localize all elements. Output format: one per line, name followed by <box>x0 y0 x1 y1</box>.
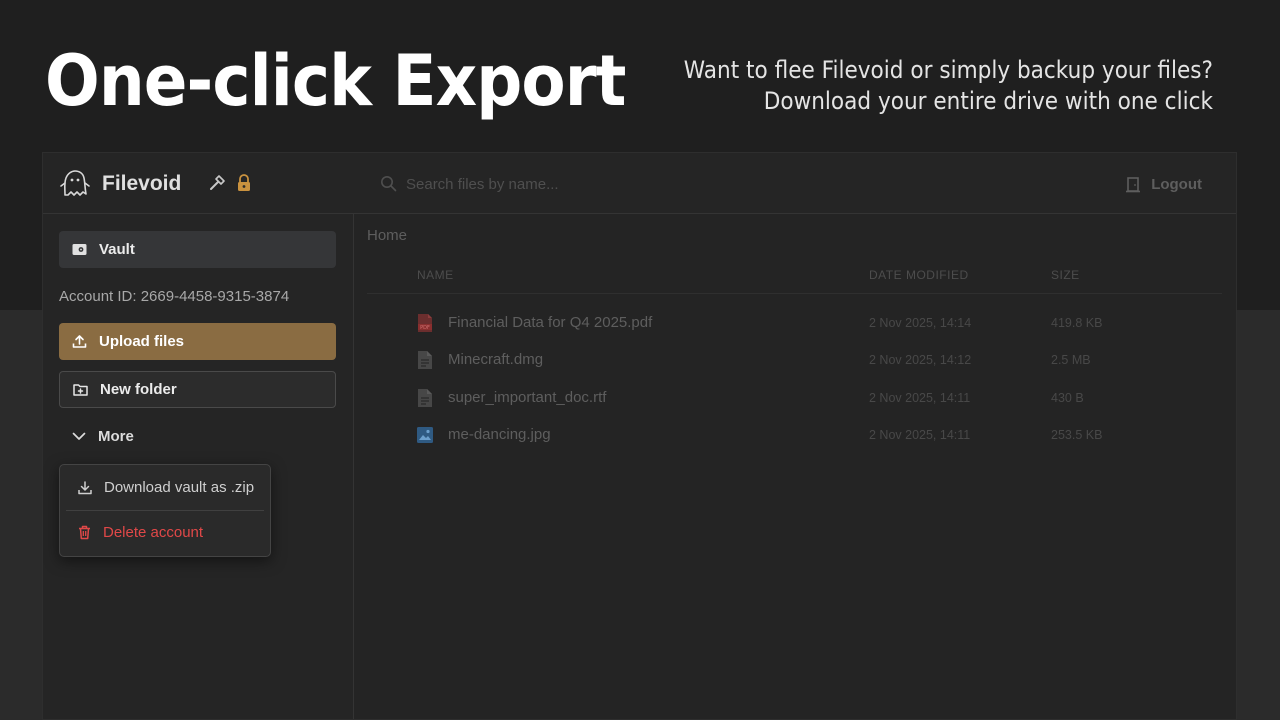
search-input[interactable] <box>406 173 766 195</box>
lock-icon <box>238 174 250 191</box>
search-icon <box>381 176 397 192</box>
breadcrumb[interactable]: Home <box>367 227 407 244</box>
vault-label: Vault <box>99 241 135 258</box>
download-vault-menu-item[interactable]: Download vault as .zip <box>78 479 254 496</box>
logout-label: Logout <box>1151 175 1202 193</box>
pdf-icon: PDF <box>418 314 432 332</box>
new-folder-label: New folder <box>100 381 177 398</box>
search-bar <box>380 173 780 195</box>
account-id: Account ID: 2669-4458-9315-3874 <box>59 288 290 305</box>
file-date: 2 Nov 2025, 14:11 <box>869 391 971 405</box>
hero-title: One-click Export <box>45 40 626 122</box>
file-date: 2 Nov 2025, 14:14 <box>869 316 972 330</box>
chevron-down-icon <box>72 432 86 440</box>
table-row[interactable]: super_important_doc.rtf 2 Nov 2025, 14:1… <box>367 379 1222 416</box>
upload-files-button[interactable]: Upload files <box>59 323 336 360</box>
more-menu: Download vault as .zip Delete account <box>59 464 271 557</box>
table-row[interactable]: Minecraft.dmg 2 Nov 2025, 14:12 2.5 MB <box>367 341 1222 378</box>
file-size: 430 B <box>1051 391 1084 405</box>
hero-subtitle: Want to flee Filevoid or simply backup y… <box>684 55 1213 117</box>
more-toggle[interactable]: More <box>72 428 134 445</box>
file-name: super_important_doc.rtf <box>448 389 607 406</box>
column-header-name[interactable]: NAME <box>417 268 454 282</box>
trash-icon <box>79 525 90 540</box>
file-size: 253.5 KB <box>1051 428 1103 442</box>
more-label: More <box>98 428 134 445</box>
table-header: NAME DATE MODIFIED SIZE <box>367 266 1222 294</box>
sidebar: Vault Account ID: 2669-4458-9315-3874 Up… <box>43 214 354 719</box>
delete-account-menu-item[interactable]: Delete account <box>78 524 203 541</box>
vault-icon <box>72 244 87 255</box>
hero-subtitle-line1: Want to flee Filevoid or simply backup y… <box>683 56 1213 84</box>
delete-account-label: Delete account <box>103 524 204 541</box>
file-name: me-dancing.jpg <box>448 426 551 443</box>
table-row[interactable]: me-dancing.jpg 2 Nov 2025, 14:11 253.5 K… <box>367 416 1222 453</box>
table-row[interactable]: PDF Financial Data for Q4 2025.pdf 2 Nov… <box>367 304 1222 341</box>
svg-text:PDF: PDF <box>420 325 430 331</box>
download-vault-label: Download vault as .zip <box>104 479 255 496</box>
download-icon <box>78 480 92 494</box>
column-header-size[interactable]: SIZE <box>1051 268 1080 282</box>
vault-button[interactable]: Vault <box>59 231 336 268</box>
file-date: 2 Nov 2025, 14:11 <box>869 428 971 442</box>
folder-plus-icon <box>73 384 88 396</box>
file-icon <box>418 389 432 407</box>
hero-subtitle-line2: Download your entire drive with one clic… <box>763 87 1213 115</box>
ghost-icon <box>60 170 90 196</box>
file-name: Minecraft.dmg <box>448 351 544 368</box>
column-header-date[interactable]: DATE MODIFIED <box>869 268 969 282</box>
file-icon <box>418 351 432 369</box>
door-icon <box>1126 176 1141 192</box>
upload-files-label: Upload files <box>99 333 185 350</box>
app-window: Filevoid Logout <box>42 152 1237 720</box>
upload-icon <box>72 335 87 348</box>
file-size: 2.5 MB <box>1051 353 1091 367</box>
file-size: 419.8 KB <box>1051 316 1103 330</box>
image-icon <box>417 427 433 443</box>
top-bar: Filevoid Logout <box>43 153 1236 214</box>
file-browser: Home NAME DATE MODIFIED SIZE PDF Financi… <box>355 214 1236 719</box>
hammer-icon[interactable] <box>208 174 226 192</box>
file-date: 2 Nov 2025, 14:12 <box>869 353 972 367</box>
menu-divider <box>66 510 264 511</box>
file-name: Financial Data for Q4 2025.pdf <box>448 314 653 331</box>
new-folder-button[interactable]: New folder <box>59 371 336 408</box>
brand-name: Filevoid <box>102 172 182 195</box>
logout-button[interactable]: Logout <box>1125 173 1202 195</box>
